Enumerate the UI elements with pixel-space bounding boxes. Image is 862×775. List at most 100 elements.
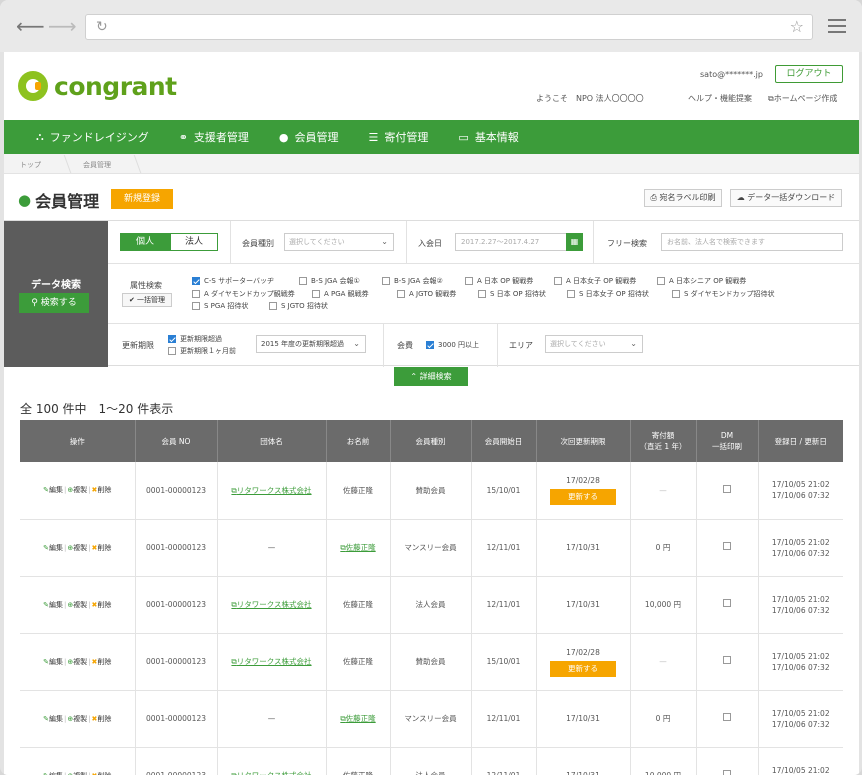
delete-link[interactable]: ✖削除	[92, 544, 112, 552]
nav-item-fundraising[interactable]: ⛬ ファンドレイジング	[36, 129, 149, 145]
help-link[interactable]: ヘルプ・機能提案	[688, 93, 752, 104]
delete-link[interactable]: ✖削除	[92, 601, 112, 609]
attr-checkbox[interactable]: A 日本 OP 観戦券	[465, 276, 533, 286]
free-search-input[interactable]: お名前、法人名で検索できます	[661, 233, 843, 251]
donation-amount: 10,000 円	[629, 747, 696, 775]
copy-link[interactable]: ⊕複製	[67, 601, 87, 609]
print-label-button[interactable]: ⎙ 宛名ラベル印刷	[644, 189, 722, 207]
col-header: 会員種別	[389, 420, 471, 462]
new-registration-button[interactable]: 新規登録	[111, 189, 173, 209]
dm-print	[695, 462, 758, 520]
attr-checkbox[interactable]: A 日本シニア OP 観戦券	[657, 276, 746, 286]
attr-checkbox[interactable]: B-S JGA 会報①	[299, 276, 360, 286]
copy-link[interactable]: ⊕複製	[67, 715, 87, 723]
member-type-label: 会員種別	[242, 239, 274, 248]
breadcrumb-top[interactable]: トップ	[20, 160, 41, 170]
bookmark-star-icon[interactable]: ☆	[790, 17, 804, 36]
dm-print	[695, 633, 758, 691]
dm-checkbox[interactable]	[723, 599, 731, 607]
org-name[interactable]: ⧉リタワークス株式会社	[216, 747, 326, 775]
col-header: 団体名	[216, 420, 326, 462]
edit-link[interactable]: ✎編集	[43, 658, 63, 666]
renew-button[interactable]: 更新する	[550, 660, 616, 677]
calendar-icon[interactable]: ▦	[566, 233, 583, 251]
attr-checkbox[interactable]: S ダイヤモンドカップ招待状	[672, 289, 774, 299]
dm-checkbox[interactable]	[723, 770, 731, 775]
attr-checkbox[interactable]: S 日本女子 OP 招待状	[567, 289, 649, 299]
attr-checkbox[interactable]: B-S JGA 会報②	[382, 276, 443, 286]
forward-arrow-icon[interactable]: ⟶	[48, 16, 77, 36]
row-actions: ✎編集|⊕複製|✖削除	[20, 462, 135, 520]
search-sidebar: データ検索 ⚲ 検索する	[4, 221, 108, 367]
homepage-link[interactable]: ⧉ホームページ作成	[768, 93, 837, 104]
delete-link[interactable]: ✖削除	[92, 486, 112, 494]
delete-link[interactable]: ✖削除	[92, 715, 112, 723]
attr-checkbox[interactable]: S PGA 招待状	[192, 301, 248, 311]
edit-link[interactable]: ✎編集	[43, 772, 63, 775]
attr-checkbox[interactable]: S JGTO 招待状	[269, 301, 328, 311]
bulk-download-button[interactable]: ☁ データ一括ダウンロード	[730, 189, 842, 207]
org-name[interactable]: ⧉リタワークス株式会社	[216, 462, 326, 520]
nav-item-basic-info[interactable]: ▭ 基本情報	[458, 129, 518, 145]
edit-link[interactable]: ✎編集	[43, 715, 63, 723]
member-name[interactable]: ⧉佐藤正隆	[325, 519, 390, 577]
member-name[interactable]: ⧉佐藤正隆	[325, 690, 390, 748]
copy-link[interactable]: ⊕複製	[67, 772, 87, 775]
address-bar[interactable]: ↻ ☆	[85, 14, 813, 40]
detail-search-button[interactable]: ⌃ 詳細検索	[394, 367, 468, 386]
col-header: お名前	[325, 420, 390, 462]
row-actions: ✎編集|⊕複製|✖削除	[20, 690, 135, 748]
edit-link[interactable]: ✎編集	[43, 544, 63, 552]
attr-checkbox[interactable]: A JGTO 観戦券	[397, 289, 456, 299]
segment-corporation[interactable]: 法人	[170, 233, 218, 251]
member-type-select[interactable]: 選択してください ⌄	[284, 233, 394, 251]
attr-checkbox[interactable]: A 日本女子 OP 観戦券	[554, 276, 636, 286]
browser-menu-icon[interactable]	[828, 19, 846, 33]
org-name: —	[216, 519, 326, 577]
renewal-select[interactable]: 2015 年度の更新期限超過 ⌄	[256, 335, 366, 353]
attr-checkbox[interactable]: A PGA 観戦券	[312, 289, 369, 299]
copy-link[interactable]: ⊕複製	[67, 486, 87, 494]
next-renewal: 17/02/28 更新する	[535, 462, 630, 520]
dm-checkbox[interactable]	[723, 484, 731, 493]
segment-individual[interactable]: 個人	[120, 233, 170, 251]
dm-checkbox[interactable]	[723, 656, 731, 664]
next-renewal: 17/10/31	[535, 690, 630, 748]
delete-link[interactable]: ✖削除	[92, 772, 112, 775]
org-name[interactable]: ⧉リタワークス株式会社	[216, 633, 326, 691]
nav-item-members[interactable]: ● 会員管理	[279, 129, 339, 145]
copy-link[interactable]: ⊕複製	[67, 544, 87, 552]
attr-checkbox[interactable]: C-S サポーターバッヂ	[192, 276, 274, 286]
attr-checkbox[interactable]: A ダイヤモンドカップ観戦券	[192, 289, 295, 299]
renewal-overdue-checkbox[interactable]: 更新期限超過	[168, 334, 222, 344]
nav-item-supporters[interactable]: ⚭ 支援者管理	[179, 129, 249, 145]
dm-checkbox[interactable]	[723, 713, 731, 721]
reload-icon[interactable]: ↻	[96, 19, 108, 35]
back-arrow-icon[interactable]: ⟵	[16, 16, 45, 36]
renew-button[interactable]: 更新する	[550, 489, 616, 506]
org-name[interactable]: ⧉リタワークス株式会社	[216, 576, 326, 634]
fee-checkbox[interactable]: 3000 円以上	[426, 340, 479, 350]
page-title: ● 会員管理	[18, 191, 100, 211]
logo[interactable]: congrant	[18, 70, 177, 102]
reg-update-dates: 17/10/05 21:02 17/10/06 07:32	[757, 747, 843, 775]
nav-item-donations[interactable]: ☰ 寄付管理	[369, 129, 429, 145]
renewal-month-checkbox[interactable]: 更新期限１ヶ月前	[168, 346, 236, 356]
delete-link[interactable]: ✖削除	[92, 658, 112, 666]
join-date-input[interactable]: 2017.2.27〜2017.4.27	[455, 233, 567, 251]
attr-checkbox[interactable]: S 日本 OP 招待状	[478, 289, 546, 299]
area-select[interactable]: 選択してください ⌄	[545, 335, 643, 353]
col-header: 登録日 / 更新日	[757, 420, 843, 462]
edit-link[interactable]: ✎編集	[43, 601, 63, 609]
edit-link[interactable]: ✎編集	[43, 486, 63, 494]
dm-print	[695, 747, 758, 775]
search-button[interactable]: ⚲ 検索する	[19, 293, 89, 313]
member-no: 0001-00000123	[134, 519, 217, 577]
copy-link[interactable]: ⊕複製	[67, 658, 87, 666]
bulk-manage-button[interactable]: ✔ 一括管理	[122, 293, 172, 307]
row-actions: ✎編集|⊕複製|✖削除	[20, 747, 135, 775]
next-renewal: 17/10/31	[535, 747, 630, 775]
area-label: エリア	[509, 341, 533, 350]
dm-checkbox[interactable]	[723, 542, 731, 550]
logout-button[interactable]: ログアウト	[775, 65, 843, 83]
